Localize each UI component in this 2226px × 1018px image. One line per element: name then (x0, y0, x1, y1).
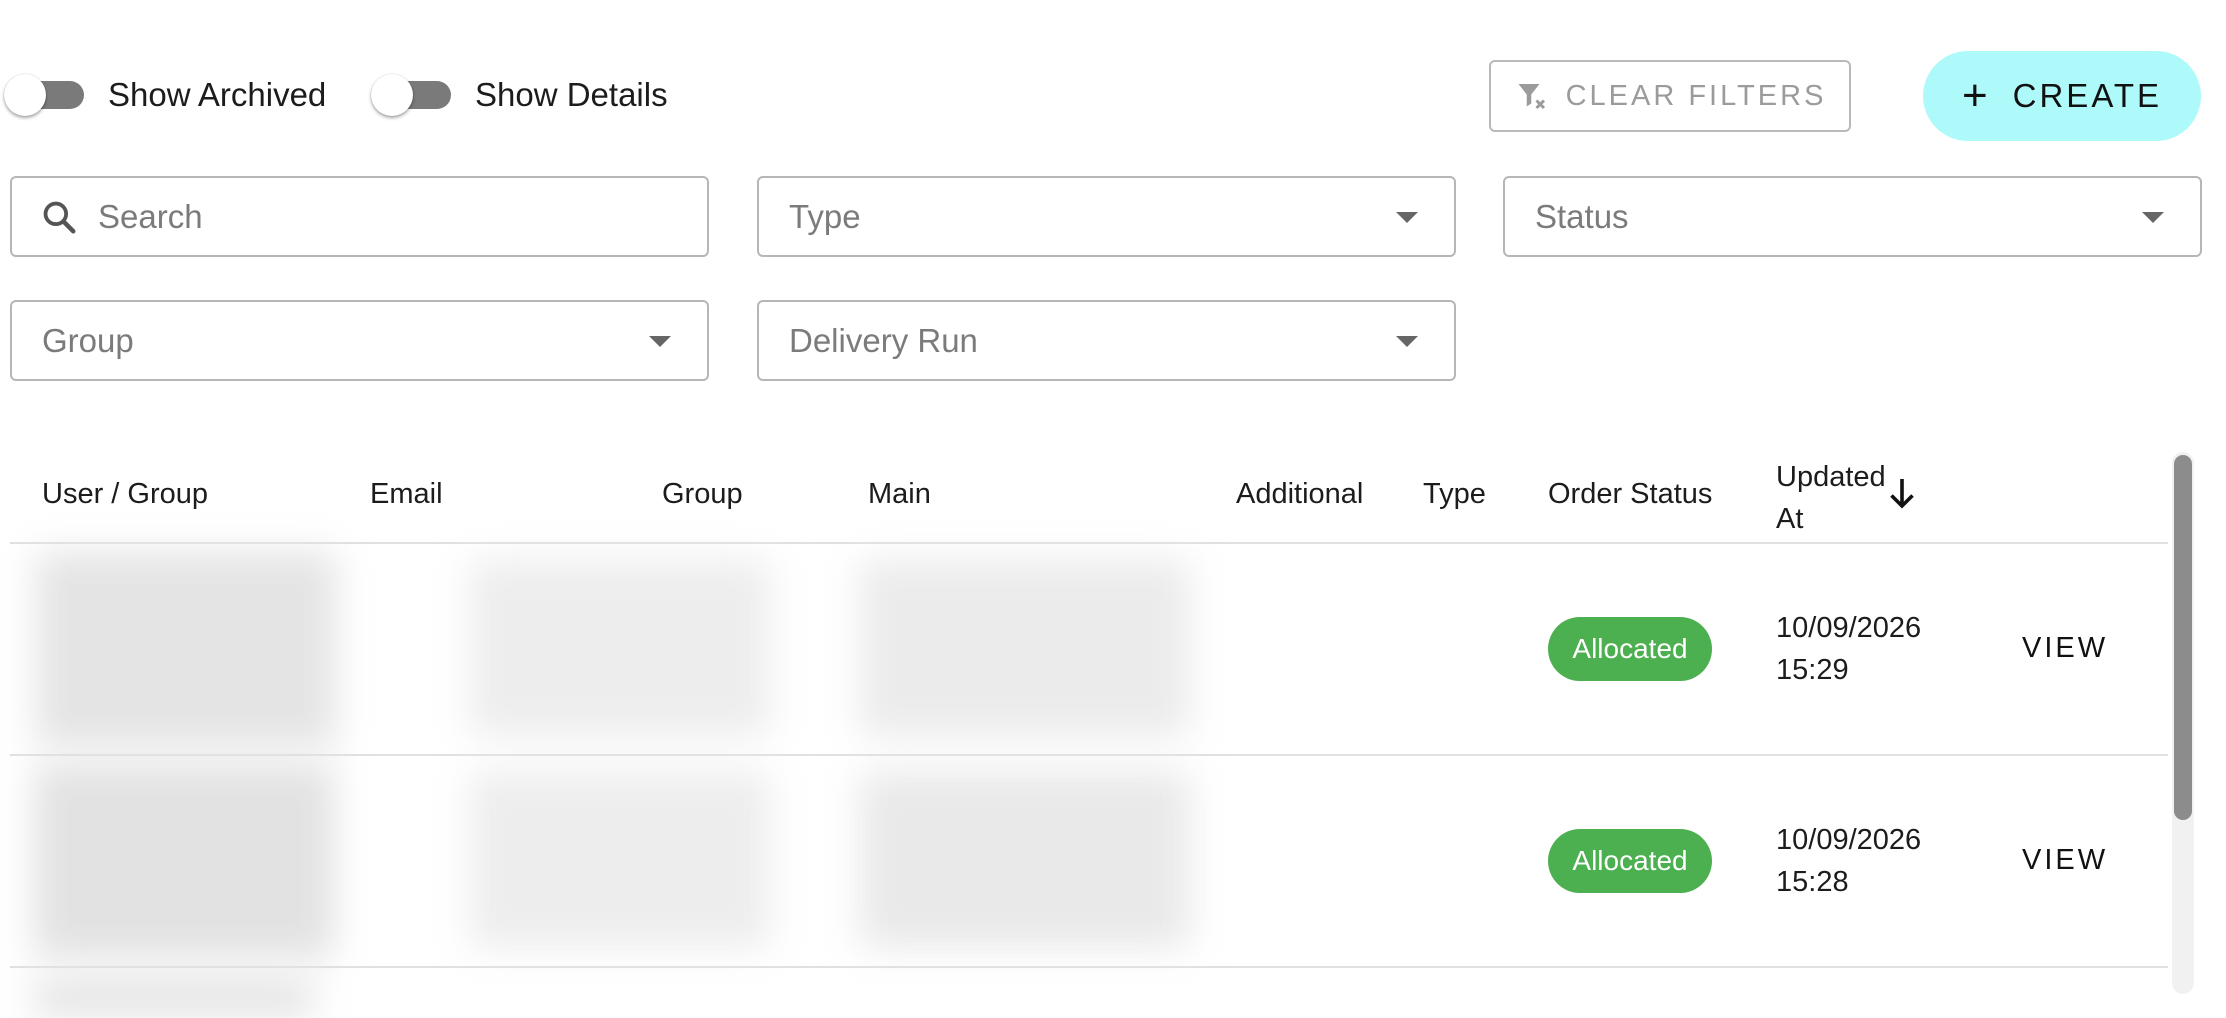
updated-date: 10/09/2026 (1776, 824, 1922, 856)
chevron-down-icon (649, 336, 671, 347)
show-archived-toggle[interactable]: Show Archived (4, 70, 327, 120)
show-archived-label: Show Archived (108, 76, 327, 113)
updated-date: 10/09/2026 (1776, 612, 1922, 644)
redacted-content (470, 772, 770, 948)
chevron-down-icon (1396, 336, 1418, 347)
toggle-thumb[interactable] (4, 74, 46, 116)
chevron-down-icon (1396, 212, 1418, 223)
toggle-track[interactable] (4, 74, 84, 116)
search-icon (40, 198, 78, 236)
clear-filters-button[interactable]: CLEAR FILTERS (1489, 60, 1851, 132)
delivery-run-select[interactable]: Delivery Run (757, 300, 1456, 381)
column-header-type[interactable]: Type (1423, 478, 1486, 511)
column-header-email[interactable]: Email (370, 478, 443, 511)
toggle-track[interactable] (371, 74, 451, 116)
status-select[interactable]: Status (1503, 176, 2202, 257)
group-select[interactable]: Group (10, 300, 709, 381)
filter-off-icon (1514, 78, 1550, 114)
row-divider (10, 966, 2168, 968)
show-details-label: Show Details (475, 76, 668, 113)
type-select-label: Type (789, 197, 861, 235)
column-header-updated-at[interactable]: Updated At (1776, 456, 1896, 540)
redacted-content (36, 552, 336, 746)
updated-time: 15:29 (1776, 654, 1849, 686)
group-select-label: Group (42, 321, 134, 359)
column-header-order-status[interactable]: Order Status (1548, 478, 1712, 511)
view-link[interactable]: VIEW (2022, 632, 2108, 665)
show-details-toggle[interactable]: Show Details (371, 70, 668, 120)
status-select-label: Status (1535, 197, 1629, 235)
search-placeholder: Search (98, 197, 203, 235)
column-header-group[interactable]: Group (662, 478, 743, 511)
delivery-run-select-label: Delivery Run (789, 321, 978, 359)
updated-time: 15:28 (1776, 866, 1849, 898)
search-input[interactable]: Search (10, 176, 709, 257)
redacted-content (860, 560, 1190, 736)
view-link[interactable]: VIEW (2022, 844, 2108, 877)
redacted-content (860, 772, 1190, 948)
redacted-content (34, 764, 334, 958)
clear-filters-label: CLEAR FILTERS (1565, 79, 1827, 112)
redacted-content (470, 560, 770, 736)
create-button[interactable]: + CREATE (1923, 51, 2201, 141)
plus-icon: + (1961, 71, 1991, 120)
arrow-down-icon[interactable] (1884, 474, 1920, 519)
column-header-main[interactable]: Main (868, 478, 931, 511)
column-header-additional[interactable]: Additional (1236, 478, 1363, 511)
status-badge: Allocated (1548, 617, 1712, 681)
toggle-thumb[interactable] (371, 74, 413, 116)
status-badge: Allocated (1548, 829, 1712, 893)
column-header-user-group[interactable]: User / Group (42, 478, 208, 511)
scrollbar-thumb[interactable] (2174, 455, 2192, 820)
type-select[interactable]: Type (757, 176, 1456, 257)
create-label: CREATE (2012, 77, 2163, 114)
chevron-down-icon (2142, 212, 2164, 223)
redacted-content (34, 978, 314, 1018)
